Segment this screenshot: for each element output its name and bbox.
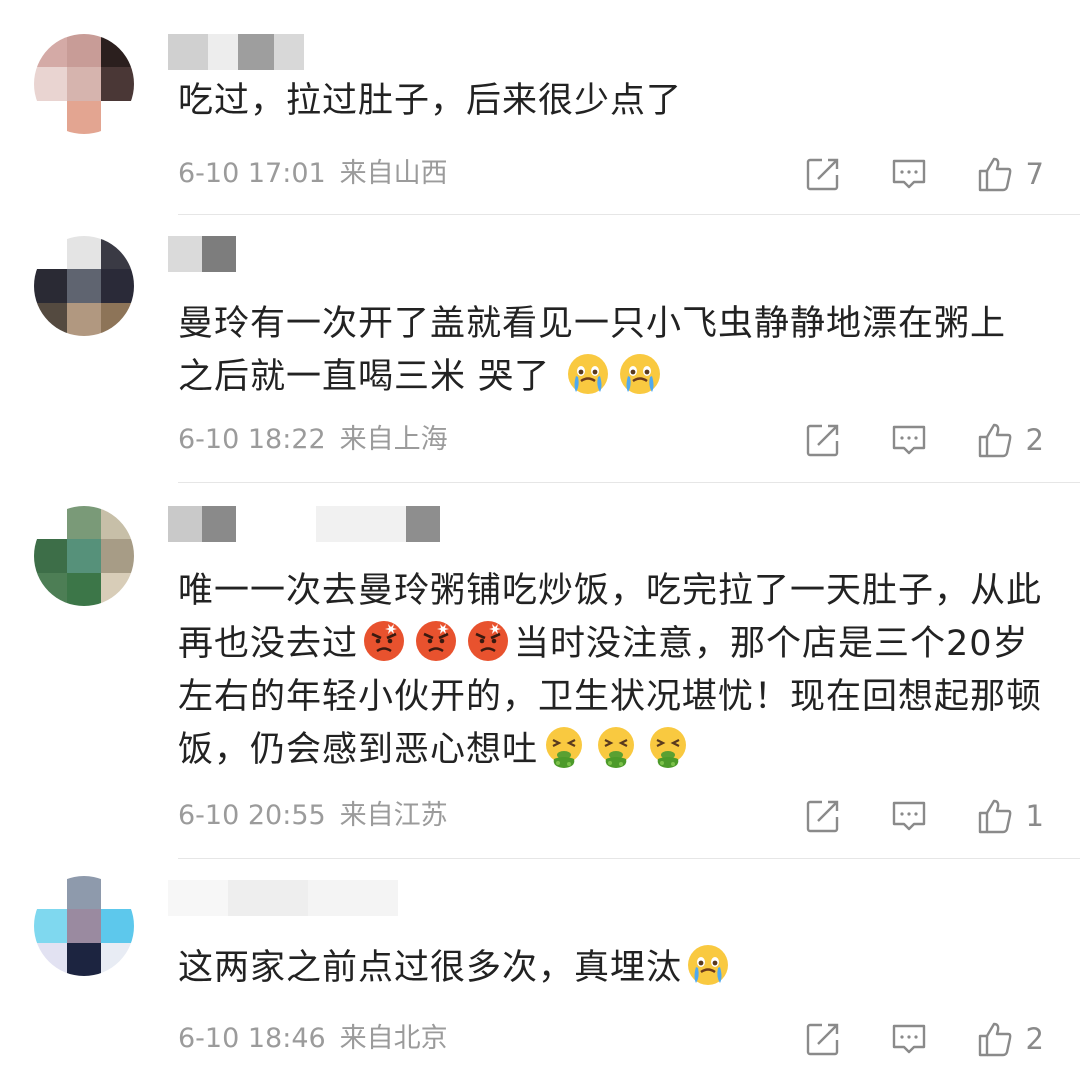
vomiting-face-icon: [542, 725, 586, 769]
avatar[interactable]: [34, 506, 134, 606]
like-count: 2: [1025, 1022, 1044, 1056]
username-masked[interactable]: [168, 236, 236, 272]
avatar[interactable]: [34, 34, 134, 134]
comment-location: 来自山西: [339, 158, 448, 189]
like-icon[interactable]: [976, 797, 1014, 835]
reply-icon[interactable]: [890, 797, 928, 835]
like-count: 2: [1025, 423, 1044, 457]
avatar[interactable]: [34, 236, 134, 336]
divider: [178, 482, 1080, 483]
angry-face-icon: [466, 619, 510, 663]
crying-face-icon: [566, 352, 610, 396]
like-count: 1: [1025, 799, 1044, 833]
reply-icon[interactable]: [890, 421, 928, 459]
comment-text: 曼玲有一次开了盖就看见一只小飞虫静静地漂在粥上 之后就一直喝三米 哭了: [178, 304, 1007, 397]
angry-face-icon: [362, 619, 406, 663]
comment-meta: 6-10 18:22 来自上海: [178, 422, 448, 458]
angry-face-icon: [414, 619, 458, 663]
comment-text: 吃过，拉过肚子，后来很少点了: [178, 81, 683, 121]
comment-actions: 2: [804, 1019, 1044, 1059]
share-icon[interactable]: [804, 421, 842, 459]
username-masked[interactable]: [168, 34, 304, 70]
comment-actions: 7: [804, 154, 1044, 194]
comment-actions: 2: [804, 420, 1044, 460]
comment-actions: 1: [804, 796, 1044, 836]
crying-face-icon: [686, 943, 730, 987]
like-icon[interactable]: [976, 155, 1014, 193]
comment-location: 来自江苏: [339, 800, 448, 831]
comment-time: 6-10 18:22: [178, 424, 326, 455]
comment-text: 这两家之前点过很多次，真埋汰: [178, 942, 1048, 995]
comment-time: 6-10 20:55: [178, 800, 326, 831]
divider: [178, 858, 1080, 859]
comment-meta: 6-10 18:46 来自北京: [178, 1021, 448, 1057]
vomiting-face-icon: [646, 725, 690, 769]
comment-meta: 6-10 17:01 来自山西: [178, 156, 448, 192]
comment-meta: 6-10 20:55 来自江苏: [178, 798, 448, 834]
crying-face-icon: [618, 352, 662, 396]
comment-location: 来自上海: [339, 424, 448, 455]
username-masked[interactable]: [168, 506, 440, 542]
comment-time: 6-10 18:46: [178, 1023, 326, 1054]
like-count: 7: [1025, 157, 1044, 191]
divider: [178, 214, 1080, 215]
comment-location: 来自北京: [339, 1023, 448, 1054]
comment-time: 6-10 17:01: [178, 158, 326, 189]
share-icon[interactable]: [804, 155, 842, 193]
reply-icon[interactable]: [890, 1020, 928, 1058]
share-icon[interactable]: [804, 1020, 842, 1058]
like-icon[interactable]: [976, 1020, 1014, 1058]
avatar[interactable]: [34, 876, 134, 976]
like-icon[interactable]: [976, 421, 1014, 459]
comment-text: 唯一一次去曼玲粥铺吃炒饭，吃完拉了一天肚子，从此再也没去过 当时没注意，那个店是三…: [178, 571, 1043, 770]
reply-icon[interactable]: [890, 155, 928, 193]
vomiting-face-icon: [594, 725, 638, 769]
share-icon[interactable]: [804, 797, 842, 835]
username-masked[interactable]: [168, 880, 398, 916]
